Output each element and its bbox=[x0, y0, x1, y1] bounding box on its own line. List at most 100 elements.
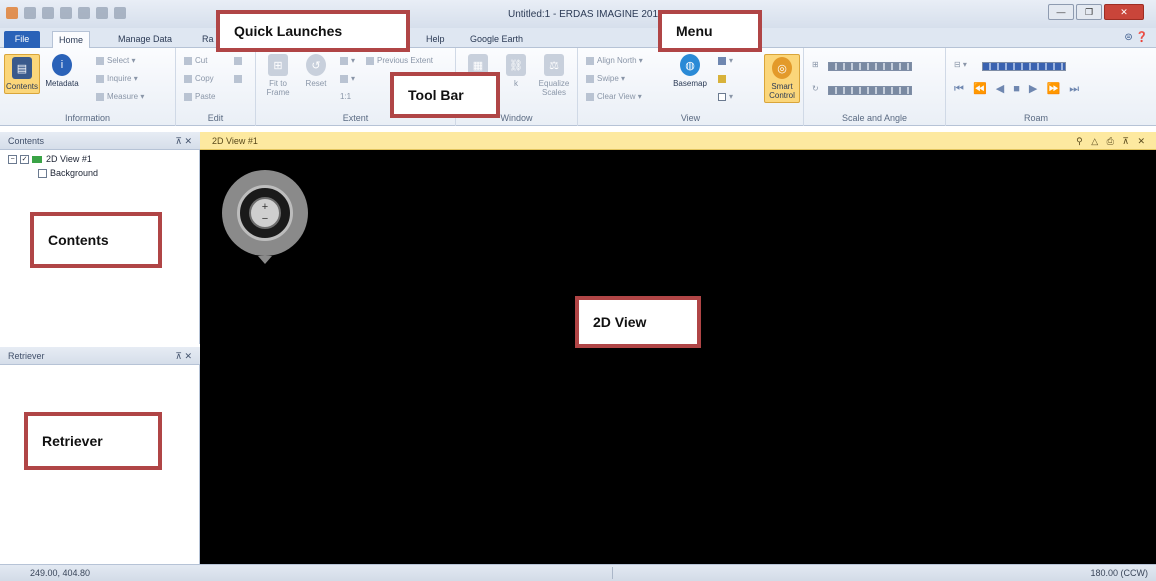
align-north-icon bbox=[586, 56, 594, 65]
pan-ring[interactable]: + − bbox=[237, 185, 293, 241]
visibility-checkbox[interactable]: ✓ bbox=[20, 155, 29, 165]
zoom-out-icon bbox=[340, 74, 348, 83]
group-label-information: Information bbox=[64, 113, 111, 123]
zoom-control[interactable]: + − bbox=[249, 197, 281, 229]
2d-view-canvas[interactable]: + − bbox=[200, 150, 1156, 564]
ribbon-group-roam: ⊟ ▾ ⏮ ⏪ ◀ ■ ▶ ⏩ ⏭ Roam bbox=[946, 48, 1126, 126]
frame-icon bbox=[718, 92, 726, 101]
inquire-icon bbox=[96, 74, 104, 83]
roam-settings-icon[interactable]: ⊟ ▾ bbox=[954, 60, 967, 69]
background-checkbox[interactable] bbox=[38, 169, 47, 179]
reset-button[interactable]: ↺ Reset bbox=[298, 54, 334, 88]
app-icon[interactable] bbox=[6, 7, 18, 19]
inquire-button[interactable]: Inquire ▾ bbox=[96, 74, 138, 83]
cut-button[interactable]: Cut bbox=[184, 56, 207, 65]
link-button[interactable]: ⛓ k bbox=[498, 54, 534, 88]
metadata-button[interactable]: i Metadata bbox=[44, 54, 80, 88]
previous-extent-button[interactable]: Previous Extent bbox=[366, 56, 433, 65]
clear-view-icon bbox=[586, 92, 594, 101]
scale-slider[interactable] bbox=[828, 62, 912, 71]
title-bar: Untitled:1 - ERDAS IMAGINE 2015 — ❐ ✕ bbox=[0, 0, 1156, 28]
delete-icon[interactable] bbox=[234, 56, 245, 65]
rotate-icon: ↻ bbox=[812, 84, 819, 93]
clear-view-button[interactable]: Clear View ▾ bbox=[586, 92, 642, 101]
layer-icon bbox=[32, 156, 42, 164]
paste-button[interactable]: Paste bbox=[184, 92, 215, 101]
scales-icon: ⚖ bbox=[544, 54, 564, 76]
view-tab-icons[interactable]: ⚲ △ ⎙ ⊼ ✕ bbox=[1076, 132, 1148, 150]
zoom-out-tool[interactable]: ▾ bbox=[340, 74, 355, 83]
measure-button[interactable]: Measure ▾ bbox=[96, 92, 144, 101]
swipe-button[interactable]: Swipe ▾ bbox=[586, 74, 625, 83]
tab-file[interactable]: File bbox=[4, 31, 40, 48]
contents-icon: ▤ bbox=[12, 57, 32, 79]
fit-to-frame-button[interactable]: ⊞ Fit to Frame bbox=[260, 54, 296, 97]
group-label-view: View bbox=[680, 113, 701, 123]
group-label-scale-angle: Scale and Angle bbox=[841, 113, 908, 123]
group-label-edit: Edit bbox=[207, 113, 224, 123]
one-to-one-button[interactable]: 1:1 bbox=[340, 92, 351, 101]
expand-icon[interactable]: − bbox=[8, 155, 17, 165]
zoom-out-icon[interactable]: − bbox=[251, 213, 279, 225]
roam-playback-controls[interactable]: ⏮ ⏪ ◀ ■ ▶ ⏩ ⏭ bbox=[954, 82, 1082, 96]
callout-retriever: Retriever bbox=[24, 412, 162, 470]
undo-icon[interactable] bbox=[78, 7, 90, 19]
retriever-panel-title: Retriever bbox=[8, 351, 45, 361]
tab-home[interactable]: Home bbox=[52, 31, 91, 48]
zoom-in-icon[interactable]: + bbox=[251, 201, 279, 213]
print-icon[interactable] bbox=[60, 7, 72, 19]
tab-manage-data[interactable]: Manage Data bbox=[112, 31, 178, 48]
angle-slider[interactable] bbox=[828, 86, 912, 95]
equalize-scales-button[interactable]: ⚖ Equalize Scales bbox=[536, 54, 572, 97]
status-divider bbox=[612, 567, 613, 579]
ribbon-group-edit: Cut Copy Paste Edit bbox=[176, 48, 256, 126]
info-icon: i bbox=[52, 54, 72, 76]
tree-item-background[interactable]: Background bbox=[38, 168, 98, 179]
zoom-tool[interactable]: ▾ bbox=[718, 56, 733, 65]
select-icon bbox=[96, 56, 104, 65]
maximize-button[interactable]: ❐ bbox=[1076, 4, 1102, 20]
previous-extent-icon bbox=[366, 56, 374, 65]
copy-button[interactable]: Copy bbox=[184, 74, 214, 83]
tree-item-2d-view[interactable]: − ✓ 2D View #1 bbox=[8, 154, 92, 165]
magnifier-icon bbox=[718, 56, 726, 65]
window-controls: — ❐ ✕ bbox=[1048, 4, 1144, 20]
scale-icon: ⊞ bbox=[812, 60, 819, 69]
link-icon: ⛓ bbox=[506, 54, 526, 76]
annotation-tool[interactable] bbox=[718, 74, 729, 83]
view-tab-title[interactable]: 2D View #1 bbox=[212, 136, 258, 146]
zoom-in-tool[interactable]: ▾ bbox=[340, 56, 355, 65]
pin-close-icon[interactable]: ⊼ ✕ bbox=[175, 347, 192, 365]
copy-icon bbox=[184, 74, 192, 83]
dropdown-icon[interactable] bbox=[114, 7, 126, 19]
paste-icon bbox=[184, 92, 192, 101]
close-button[interactable]: ✕ bbox=[1104, 4, 1144, 20]
redo-icon[interactable] bbox=[96, 7, 108, 19]
callout-menu: Menu bbox=[658, 10, 762, 52]
help-icon[interactable]: ⊜ ❓ bbox=[1124, 32, 1148, 43]
retriever-panel-header: Retriever ⊼ ✕ bbox=[0, 347, 200, 365]
contents-button[interactable]: ▤ Contents bbox=[4, 54, 40, 94]
frame-tool[interactable]: ▾ bbox=[718, 92, 733, 101]
tab-google-earth[interactable]: Google Earth bbox=[464, 31, 529, 48]
fit-to-frame-icon: ⊞ bbox=[268, 54, 288, 76]
undo-edit-icon[interactable] bbox=[234, 74, 245, 83]
minimize-button[interactable]: — bbox=[1048, 4, 1074, 20]
align-north-button[interactable]: Align North ▾ bbox=[586, 56, 643, 65]
save-icon[interactable] bbox=[42, 7, 54, 19]
tab-help[interactable]: Help bbox=[420, 31, 451, 48]
roam-speed-slider[interactable] bbox=[982, 62, 1066, 71]
open-icon[interactable] bbox=[24, 7, 36, 19]
navigation-control[interactable]: + − bbox=[222, 170, 308, 264]
ribbon-group-view: Align North ▾ Swipe ▾ Clear View ▾ ◍ Bas… bbox=[578, 48, 804, 126]
contents-panel-title: Contents bbox=[8, 136, 45, 146]
pin-close-icon[interactable]: ⊼ ✕ bbox=[175, 132, 192, 150]
ribbon-group-information: ▤ Contents i Metadata Select ▾ Inquire ▾… bbox=[0, 48, 176, 126]
smart-control-button[interactable]: ◎ Smart Control bbox=[764, 54, 800, 103]
swipe-icon bbox=[586, 74, 594, 83]
ribbon-tab-row: File Home Manage Data Ra Help Google Ear… bbox=[0, 28, 1156, 48]
zoom-in-icon bbox=[340, 56, 348, 65]
north-pointer-icon bbox=[258, 256, 272, 264]
basemap-button[interactable]: ◍ Basemap bbox=[672, 54, 708, 88]
select-button[interactable]: Select ▾ bbox=[96, 56, 135, 65]
